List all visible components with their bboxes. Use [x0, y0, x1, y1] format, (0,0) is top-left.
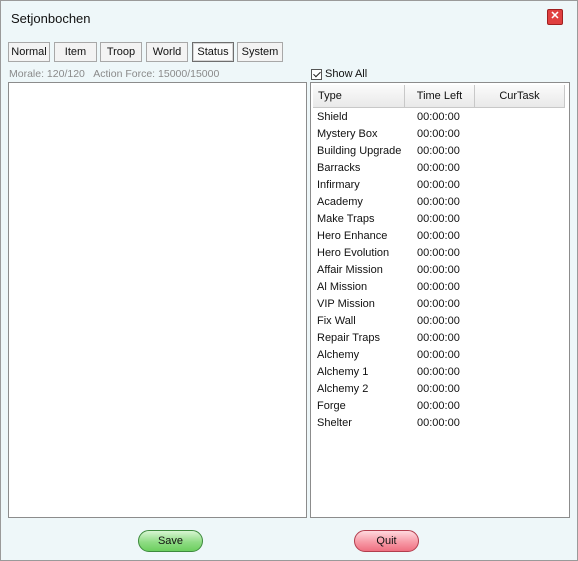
show-all-label: Show All: [325, 68, 368, 80]
table-row[interactable]: Hero Evolution 00:00:00: [313, 245, 565, 262]
cell-type: Mystery Box: [317, 128, 378, 140]
cell-time-left: 00:00:00: [417, 264, 460, 276]
column-type[interactable]: Type: [313, 85, 405, 107]
table-row[interactable]: Mystery Box 00:00:00: [313, 126, 565, 143]
tab-status[interactable]: Status: [192, 42, 234, 62]
status-readout: Morale: 120/120 Action Force: 15000/1500…: [9, 68, 225, 80]
table-row[interactable]: Shield 00:00:00: [313, 109, 565, 126]
cell-time-left: 00:00:00: [417, 162, 460, 174]
cell-type: Academy: [317, 196, 363, 208]
cell-time-left: 00:00:00: [417, 349, 460, 361]
column-curtask[interactable]: CurTask: [475, 85, 565, 107]
table-row[interactable]: Alchemy 1 00:00:00: [313, 364, 565, 381]
table-row[interactable]: Forge 00:00:00: [313, 398, 565, 415]
tab-system[interactable]: System: [237, 42, 283, 62]
morale-text: Morale: 120/120: [9, 68, 85, 80]
cell-time-left: 00:00:00: [417, 366, 460, 378]
column-time-left[interactable]: Time Left: [405, 85, 475, 107]
cell-type: Make Traps: [317, 213, 375, 225]
table-row[interactable]: Infirmary 00:00:00: [313, 177, 565, 194]
cell-time-left: 00:00:00: [417, 179, 460, 191]
cell-type: Alchemy 2: [317, 383, 369, 395]
table-row[interactable]: VIP Mission 00:00:00: [313, 296, 565, 313]
table-row[interactable]: Alchemy 00:00:00: [313, 347, 565, 364]
cell-time-left: 00:00:00: [417, 332, 460, 344]
main-window: Setjonbochen ✕ Normal Item Troop World S…: [0, 0, 578, 561]
cell-type: Barracks: [317, 162, 361, 174]
table-header: Type Time Left CurTask: [313, 85, 565, 108]
table-row[interactable]: Repair Traps 00:00:00: [313, 330, 565, 347]
table-row[interactable]: Hero Enhance 00:00:00: [313, 228, 565, 245]
table-row[interactable]: Shelter 00:00:00: [313, 415, 565, 432]
cell-type: Shield: [317, 111, 348, 123]
cell-type: Alchemy 1: [317, 366, 369, 378]
cell-time-left: 00:00:00: [417, 298, 460, 310]
cell-time-left: 00:00:00: [417, 383, 460, 395]
cell-time-left: 00:00:00: [417, 315, 460, 327]
tab-normal[interactable]: Normal: [8, 42, 50, 62]
table-row[interactable]: Affair Mission 00:00:00: [313, 262, 565, 279]
close-icon[interactable]: ✕: [547, 9, 563, 25]
table-row[interactable]: Academy 00:00:00: [313, 194, 565, 211]
cell-type: Affair Mission: [317, 264, 383, 276]
checkmark-icon[interactable]: [311, 68, 322, 80]
table-row[interactable]: Building Upgrade 00:00:00: [313, 143, 565, 160]
cell-time-left: 00:00:00: [417, 281, 460, 293]
tab-troop[interactable]: Troop: [100, 42, 142, 62]
cell-type: Alchemy: [317, 349, 360, 361]
action-force-text: Action Force: 15000/15000: [93, 68, 220, 80]
table-row[interactable]: Barracks 00:00:00: [313, 160, 565, 177]
cell-type: Al Mission: [317, 281, 368, 293]
cell-type: VIP Mission: [317, 298, 375, 310]
tab-item[interactable]: Item: [54, 42, 97, 62]
save-button[interactable]: Save: [138, 530, 203, 552]
cell-time-left: 00:00:00: [417, 196, 460, 208]
cell-time-left: 00:00:00: [417, 213, 460, 225]
cell-time-left: 00:00:00: [417, 247, 460, 259]
table-row[interactable]: Make Traps 00:00:00: [313, 211, 565, 228]
cell-time-left: 00:00:00: [417, 111, 460, 123]
title-bar: Setjonbochen ✕: [1, 1, 577, 35]
cell-time-left: 00:00:00: [417, 417, 460, 429]
table-row[interactable]: Alchemy 2 00:00:00: [313, 381, 565, 398]
cell-type: Shelter: [317, 417, 352, 429]
log-panel[interactable]: [8, 82, 307, 518]
cell-time-left: 00:00:00: [417, 230, 460, 242]
cell-type: Fix Wall: [317, 315, 356, 327]
cell-time-left: 00:00:00: [417, 145, 460, 157]
table-row[interactable]: Al Mission 00:00:00: [313, 279, 565, 296]
table-row[interactable]: Fix Wall 00:00:00: [313, 313, 565, 330]
cell-type: Forge: [317, 400, 346, 412]
cell-type: Building Upgrade: [317, 145, 402, 157]
cell-type: Hero Enhance: [317, 230, 388, 242]
status-table[interactable]: Type Time Left CurTask Shield 00:00:00 Mys…: [310, 82, 570, 518]
window-title: Setjonbochen: [11, 11, 91, 26]
show-all-toggle[interactable]: Show All: [311, 67, 367, 81]
tab-world[interactable]: World: [146, 42, 188, 62]
cell-time-left: 00:00:00: [417, 128, 460, 140]
quit-button[interactable]: Quit: [354, 530, 419, 552]
cell-time-left: 00:00:00: [417, 400, 460, 412]
cell-type: Infirmary: [317, 179, 360, 191]
cell-type: Repair Traps: [317, 332, 380, 344]
cell-type: Hero Evolution: [317, 247, 390, 259]
